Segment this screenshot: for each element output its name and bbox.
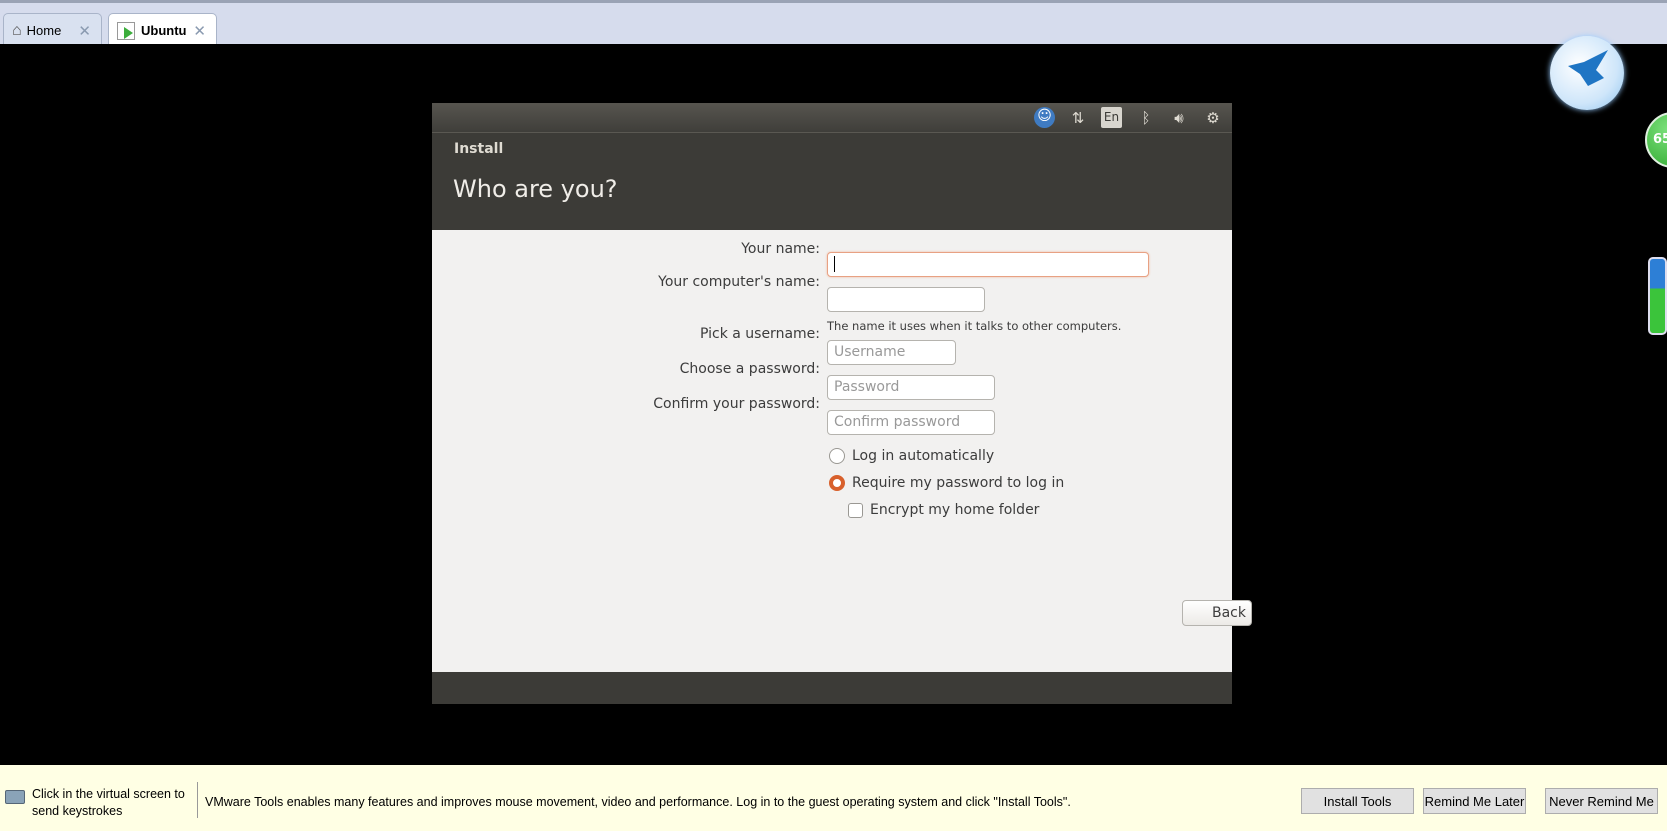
remind-me-later-button[interactable]: Remind Me Later <box>1423 788 1526 814</box>
option-label: Log in automatically <box>852 448 995 464</box>
keyboard-layout[interactable]: En <box>1101 107 1122 128</box>
install-tools-button[interactable]: Install Tools <box>1301 788 1414 814</box>
bird-logo-icon <box>1550 36 1624 110</box>
close-icon[interactable]: ✕ <box>193 22 206 40</box>
bluetooth-icon[interactable]: ᛒ <box>1136 109 1156 127</box>
badge-value: 65 <box>1653 132 1667 147</box>
require-password-radio[interactable]: Require my password to log in <box>829 475 1064 491</box>
accessibility-icon[interactable]: ☺ <box>1034 107 1055 128</box>
keyboard-icon <box>5 790 25 804</box>
radio-icon[interactable] <box>829 448 845 464</box>
vm-icon <box>117 21 135 40</box>
tab-bar: ⌂ Home ✕ Ubuntu ✕ <box>0 0 1667 47</box>
tab-home[interactable]: ⌂ Home ✕ <box>3 13 102 47</box>
vmware-tools-notification-bar: Click in the virtual screen to send keys… <box>0 765 1667 831</box>
your-name-input[interactable] <box>827 252 1149 277</box>
settings-gear-icon[interactable]: ⚙ <box>1203 109 1223 127</box>
username-label: Pick a username: <box>699 326 820 342</box>
tools-message: VMware Tools enables many features and i… <box>205 795 1071 809</box>
password-label: Choose a password: <box>679 361 820 377</box>
home-icon: ⌂ <box>12 21 22 39</box>
back-button[interactable]: Back <box>1182 600 1252 626</box>
your-name-label: Your name: <box>741 241 820 257</box>
confirm-password-input[interactable]: Confirm password <box>827 410 995 435</box>
tab-label: Ubuntu <box>141 23 187 38</box>
page-title: Who are you? <box>453 175 618 203</box>
divider <box>197 782 198 818</box>
tab-label: Home <box>26 23 62 38</box>
ubuntu-installer-window: ☺ ⇅ En ᛒ 🔊︎ ⚙ Install Who are you? Your … <box>432 103 1252 704</box>
network-icon[interactable]: ⇅ <box>1068 109 1088 127</box>
computer-name-input[interactable] <box>827 287 985 312</box>
login-automatically-radio[interactable]: Log in automatically <box>829 448 994 464</box>
option-label: Encrypt my home folder <box>870 502 1040 518</box>
never-remind-me-button[interactable]: Never Remind Me <box>1545 788 1658 814</box>
radio-selected-icon[interactable] <box>829 475 845 491</box>
encrypt-home-checkbox[interactable]: Encrypt my home folder <box>848 502 1039 518</box>
close-icon[interactable]: ✕ <box>78 22 91 40</box>
username-input[interactable]: Username <box>827 340 956 365</box>
computer-name-hint: The name it uses when it talks to other … <box>827 319 1122 333</box>
top-panel: ☺ ⇅ En ᛒ 🔊︎ ⚙ <box>432 103 1232 132</box>
volume-icon[interactable]: 🔊︎ <box>1169 109 1189 127</box>
checkbox-icon[interactable] <box>848 502 863 518</box>
keystroke-hint: Click in the virtual screen to send keys… <box>32 787 185 818</box>
option-label: Require my password to log in <box>852 475 1065 491</box>
meter-widget[interactable] <box>1648 257 1667 335</box>
installer-header: Install Who are you? <box>432 132 1232 230</box>
installer-body: Your name: Your computer's name: The nam… <box>432 230 1252 672</box>
installer-footer <box>432 672 1232 704</box>
confirm-password-label: Confirm your password: <box>653 396 820 412</box>
tab-ubuntu[interactable]: Ubuntu ✕ <box>108 13 217 47</box>
computer-name-label: Your computer's name: <box>658 274 820 290</box>
window-title: Install <box>454 141 504 157</box>
password-input[interactable]: Password <box>827 375 995 400</box>
